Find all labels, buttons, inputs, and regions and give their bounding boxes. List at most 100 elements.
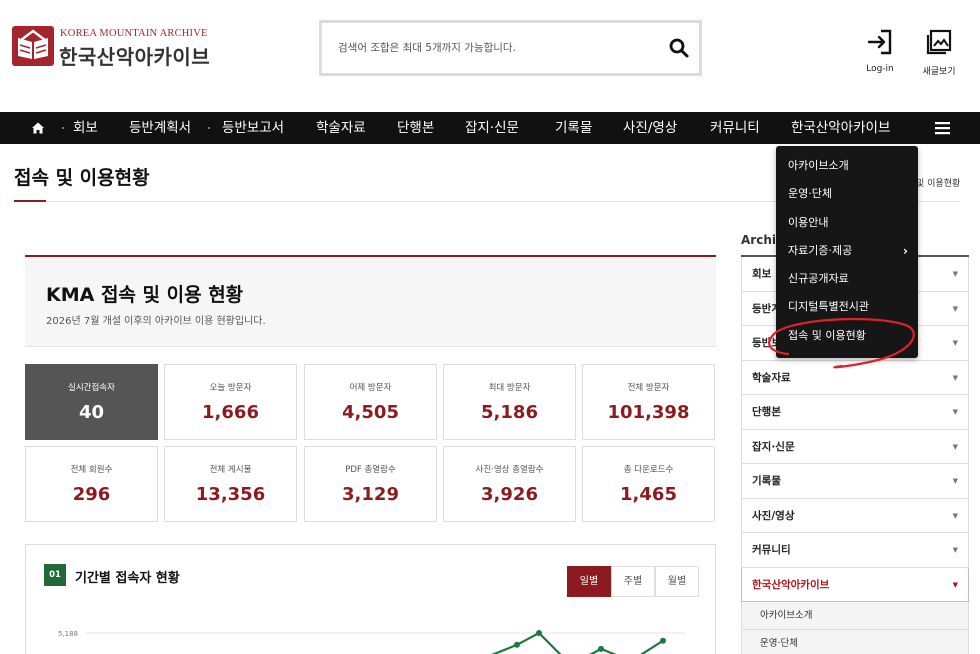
series-line	[491, 631, 664, 654]
stat-label: 실시간접속자	[68, 383, 115, 393]
caret-down-icon: ▼	[952, 546, 958, 554]
stat-card-today: 오늘 방문자 1,666	[164, 364, 297, 440]
caret-down-icon: ▼	[952, 511, 958, 520]
stat-value: 13,356	[195, 484, 266, 505]
sidebar-subitem-operation[interactable]: 운영·단체	[741, 630, 969, 654]
stat-value: 296	[72, 484, 111, 505]
tab-weekly[interactable]: 주별	[611, 566, 655, 597]
stat-card-max: 최대 방문자 5,186	[443, 364, 576, 440]
sidebar-item-books[interactable]: 단행본 ▼	[741, 395, 969, 430]
stat-card-pdf-views: PDF 총열람수 3,129	[304, 446, 437, 522]
stat-label: 오늘 방문자	[209, 383, 252, 393]
tab-monthly[interactable]: 월별	[655, 566, 699, 597]
sidebar-item-label: 한국산악아카이브	[752, 578, 830, 591]
logo-english-text: KOREA MOUNTAIN ARCHIVE	[60, 28, 208, 39]
data-point[interactable]	[536, 630, 542, 636]
data-point[interactable]	[514, 641, 520, 648]
home-icon[interactable]	[31, 121, 45, 135]
nav-item-bulletin[interactable]: 회보	[73, 112, 98, 144]
sidebar-item-label: 기록물	[752, 475, 781, 487]
caret-down-icon: ▼	[952, 270, 958, 278]
data-point[interactable]	[598, 645, 604, 652]
caret-down-icon: ▼	[952, 442, 958, 451]
dropdown-item-label: 자료기증·제공	[788, 243, 853, 257]
sidebar-item-academic[interactable]: 학술자료 ▼	[741, 360, 969, 395]
stat-label: 전체 게시물	[209, 465, 252, 475]
sidebar-item-photo-video[interactable]: 사진/영상 ▼	[741, 498, 969, 533]
dropdown-item-operation[interactable]: 운영·단체	[776, 180, 918, 208]
stat-value: 3,129	[342, 484, 399, 505]
login-label: Log-in	[866, 64, 894, 74]
stat-card-members: 전체 회원수 296	[25, 446, 158, 522]
overview-panel: KMA 접속 및 이용 현황 2026년 7월 개설 이후의 아카이브 이용 현…	[25, 255, 716, 347]
sidebar-subitem-about[interactable]: 아카이브소개	[741, 602, 969, 630]
new-posts-label: 새글보기	[922, 67, 956, 77]
stat-label: 사진·영상 총열람수	[475, 465, 544, 475]
stat-card-total: 전체 방문자 101,398	[582, 364, 715, 440]
nav-separator	[62, 127, 64, 129]
page-title: 접속 및 이용현황	[14, 167, 150, 189]
sidebar-item-label: 잡지·신문	[752, 440, 795, 453]
nav-item-kma-archive[interactable]: 한국산악아카이브	[791, 112, 890, 144]
dropdown-item-digital-exhibition[interactable]: 디지털특별전시관	[776, 293, 918, 321]
stat-label: PDF 총열람수	[345, 465, 396, 475]
visitor-line-chart: 5,188	[58, 630, 686, 654]
sidebar-item-kma-archive[interactable]: 한국산악아카이브 ▼	[741, 567, 969, 602]
stat-value: 3,926	[481, 484, 538, 505]
visitor-chart-box: 5,188 01 기간별 접속자 현황 일별 주별 월별	[25, 544, 716, 654]
sidebar-item-label: 커뮤니티	[752, 544, 791, 556]
nav-item-climb-report[interactable]: 등반보고서	[222, 112, 284, 144]
sidebar-item-label: 단행본	[752, 406, 781, 418]
gallery-icon	[926, 29, 952, 55]
sidebar-item-magazines[interactable]: 잡지·신문 ▼	[741, 429, 969, 464]
sidebar-item-label: 학술자료	[752, 371, 791, 384]
dropdown-item-donation[interactable]: 자료기증·제공 ›	[776, 237, 918, 265]
stat-label: 총 다운로드수	[623, 465, 674, 475]
stat-label: 최대 방문자	[488, 383, 531, 393]
nav-item-books[interactable]: 단행본	[397, 112, 434, 144]
sidebar-item-label: 회보	[752, 268, 772, 280]
caret-down-icon: ▼	[952, 580, 958, 589]
menu-icon[interactable]	[935, 121, 950, 135]
search-box	[319, 20, 702, 76]
nav-item-photo-video[interactable]: 사진/영상	[623, 112, 677, 144]
stat-label: 전체 회원수	[70, 465, 113, 475]
caret-down-icon: ▼	[952, 339, 958, 347]
sidebar-item-label: 사진/영상	[752, 509, 795, 522]
nav-item-magazines[interactable]: 잡지·신문	[465, 112, 519, 144]
site-logo[interactable]: KOREA MOUNTAIN ARCHIVE 한국산악아카이브	[12, 24, 212, 69]
nav-item-climb-plan[interactable]: 등반계획서	[129, 112, 191, 144]
stat-card-posts: 전체 게시물 13,356	[164, 446, 297, 522]
caret-down-icon: ▼	[952, 373, 958, 382]
stat-label: 전체 방문자	[627, 383, 670, 393]
stat-card-live: 실시간접속자 40	[25, 364, 158, 440]
nav-item-community[interactable]: 커뮤니티	[710, 112, 760, 144]
y-tick-label: 5,188	[58, 630, 78, 638]
sidebar-item-community[interactable]: 커뮤니티 ▼	[741, 533, 969, 568]
stat-value: 40	[78, 402, 105, 423]
new-posts-button[interactable]: 새글보기	[914, 28, 964, 78]
stat-label: 어제 방문자	[349, 383, 392, 393]
nav-item-academic[interactable]: 학술자료	[316, 112, 366, 144]
search-icon[interactable]	[667, 36, 691, 60]
stat-value: 5,186	[481, 402, 538, 423]
dropdown-item-new-releases[interactable]: 신규공개자료	[776, 265, 918, 293]
stat-card-yesterday: 어제 방문자 4,505	[304, 364, 437, 440]
title-accent-bar	[14, 200, 46, 202]
dropdown-item-guide[interactable]: 이용안내	[776, 209, 918, 237]
dropdown-item-usage-status[interactable]: 접속 및 이용현황	[776, 322, 918, 350]
login-icon	[867, 29, 892, 55]
tab-daily[interactable]: 일별	[567, 566, 611, 597]
sidebar-item-records[interactable]: 기록물 ▼	[741, 464, 969, 499]
archive-dropdown-menu: 아카이브소개 운영·단체 이용안내 자료기증·제공 › 신규공개자료 디지털특별전…	[776, 146, 918, 358]
dropdown-item-about[interactable]: 아카이브소개	[776, 152, 918, 180]
login-button[interactable]: Log-in	[855, 28, 905, 78]
data-point[interactable]	[660, 637, 666, 644]
logo-korean-text: 한국산악아카이브	[59, 45, 211, 69]
search-input[interactable]	[338, 38, 658, 58]
breadcrumb: 및 이용현황	[916, 179, 961, 189]
chart-title: 기간별 접속자 현황	[75, 571, 180, 586]
main-nav: 회보 등반계획서 등반보고서 학술자료 단행본 잡지·신문 기록물 사진/영상 …	[0, 112, 980, 144]
caret-down-icon: ▼	[952, 408, 958, 416]
nav-item-records[interactable]: 기록물	[555, 112, 592, 144]
